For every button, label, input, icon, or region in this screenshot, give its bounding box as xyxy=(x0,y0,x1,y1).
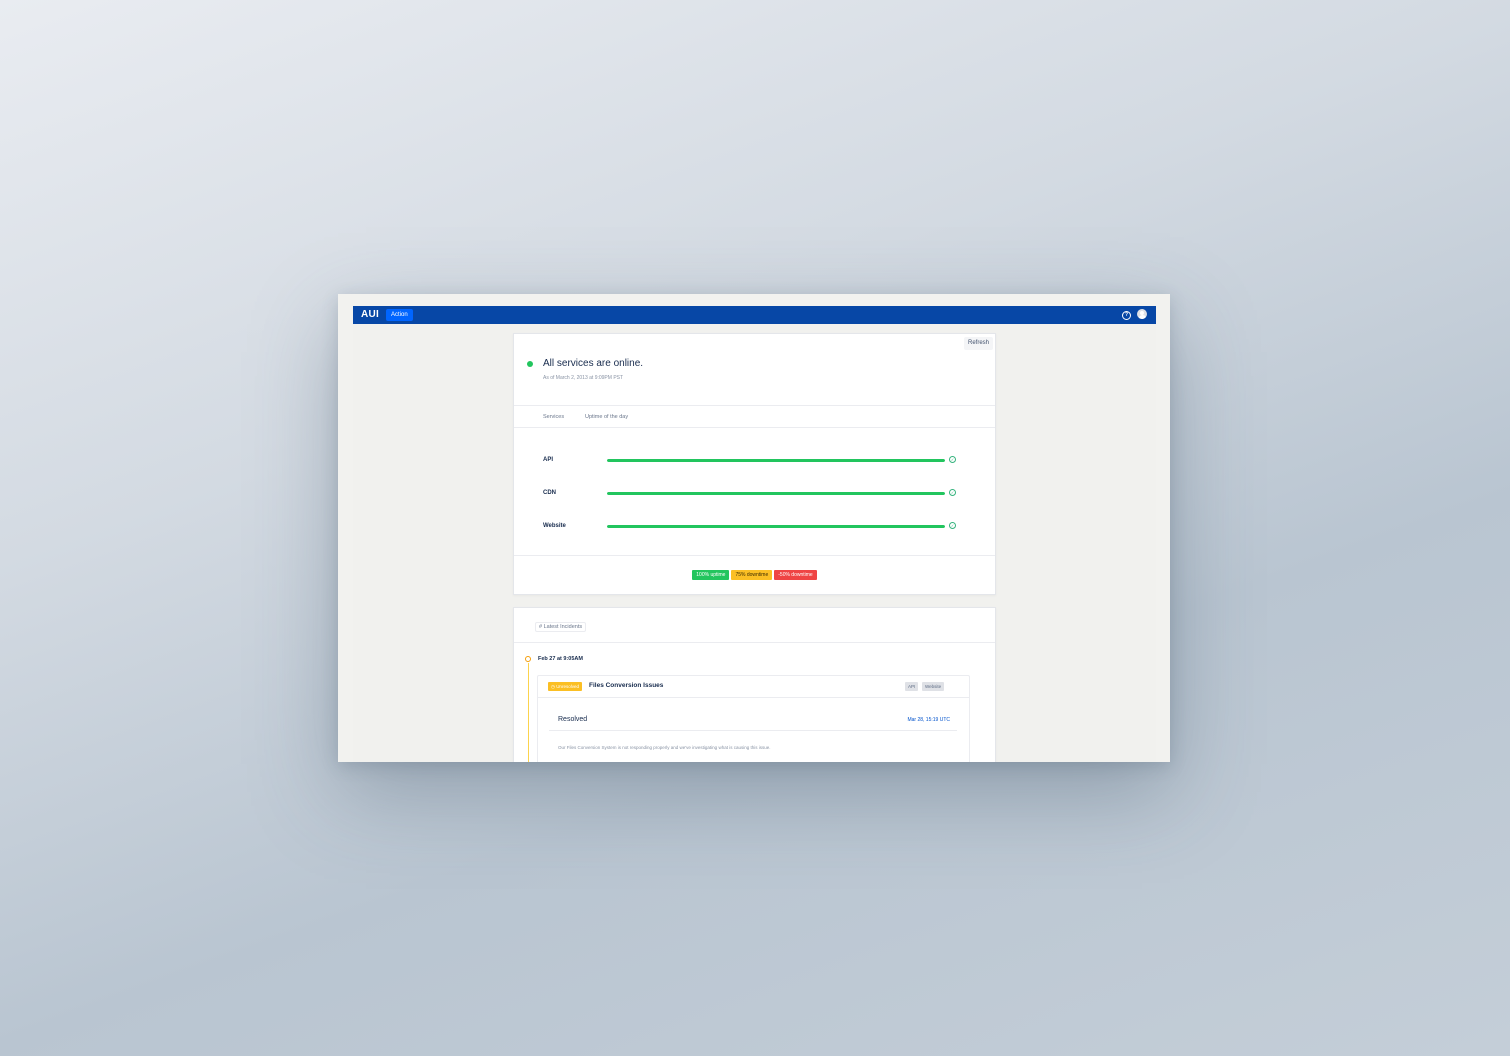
online-status-dot xyxy=(527,361,533,367)
update-status: Resolved xyxy=(558,716,588,723)
timeline-marker xyxy=(525,656,531,662)
app-logo[interactable]: AUI xyxy=(361,309,379,320)
update-divider xyxy=(549,730,957,731)
uptime-bar-fill xyxy=(607,492,945,495)
legend-major-downtime: -50% downtime xyxy=(774,570,817,580)
update-timestamp[interactable]: Mar 28, 15:19 UTC xyxy=(907,717,950,723)
incident-date: Feb 27 at 9:05AM xyxy=(538,656,583,662)
section-divider xyxy=(514,427,995,428)
refresh-button[interactable]: Refresh xyxy=(963,337,993,350)
avatar-head xyxy=(1140,310,1144,315)
app-window: AUI Action ? Refresh All services are on… xyxy=(338,294,1170,762)
uptime-bar xyxy=(607,525,945,528)
update-description: Our Files Conversion System is not respo… xyxy=(558,745,771,750)
check-circle-icon: ✓ xyxy=(949,489,956,496)
legend-uptime: 100% uptime xyxy=(692,570,730,580)
status-timestamp: As of March 2, 2013 at 9:09PM PST xyxy=(543,375,624,381)
service-row-api: API ✓ xyxy=(514,455,995,467)
incidents-card: # Latest Incidents Feb 27 at 9:05AM ◷ Un… xyxy=(513,607,996,762)
avatar-body xyxy=(1138,315,1146,319)
uptime-bar-fill xyxy=(607,459,945,462)
incident-title[interactable]: Files Conversion Issues xyxy=(589,682,663,689)
service-name: API xyxy=(543,457,554,463)
check-circle-icon: ✓ xyxy=(949,456,956,463)
help-icon[interactable]: ? xyxy=(1122,311,1131,320)
service-row-cdn: CDN ✓ xyxy=(514,488,995,500)
check-circle-icon: ✓ xyxy=(949,522,956,529)
action-button[interactable]: Action xyxy=(386,309,413,321)
tag-website[interactable]: Website xyxy=(922,682,945,691)
column-header-uptime: Uptime of the day xyxy=(585,414,629,420)
top-navigation-bar: AUI Action ? xyxy=(353,306,1156,324)
incident-divider xyxy=(538,697,969,698)
app-viewport: AUI Action ? Refresh All services are on… xyxy=(353,306,1156,762)
service-row-website: Website ✓ xyxy=(514,521,995,533)
uptime-legend: 100% uptime 75% downtime -50% downtime xyxy=(514,570,995,580)
section-divider xyxy=(514,555,995,556)
column-header-services: Services xyxy=(543,414,565,420)
incident-item: ◷ Unresolved Files Conversion Issues API… xyxy=(537,675,970,762)
section-divider xyxy=(514,405,995,406)
badge-label: Unresolved xyxy=(556,684,579,689)
tag-api[interactable]: API xyxy=(905,682,919,691)
service-name: CDN xyxy=(543,490,556,496)
incidents-heading[interactable]: # Latest Incidents xyxy=(535,622,587,632)
status-title: All services are online. xyxy=(543,358,644,369)
uptime-bar-fill xyxy=(607,525,945,528)
status-card: Refresh All services are online. As of M… xyxy=(513,333,996,595)
section-divider xyxy=(514,642,995,643)
uptime-bar xyxy=(607,459,945,462)
timeline-line xyxy=(528,663,529,762)
uptime-bar xyxy=(607,492,945,495)
user-avatar-icon[interactable] xyxy=(1137,309,1147,319)
unresolved-badge: ◷ Unresolved xyxy=(548,682,582,691)
legend-partial-downtime: 75% downtime xyxy=(731,570,773,580)
service-name: Website xyxy=(543,523,566,529)
